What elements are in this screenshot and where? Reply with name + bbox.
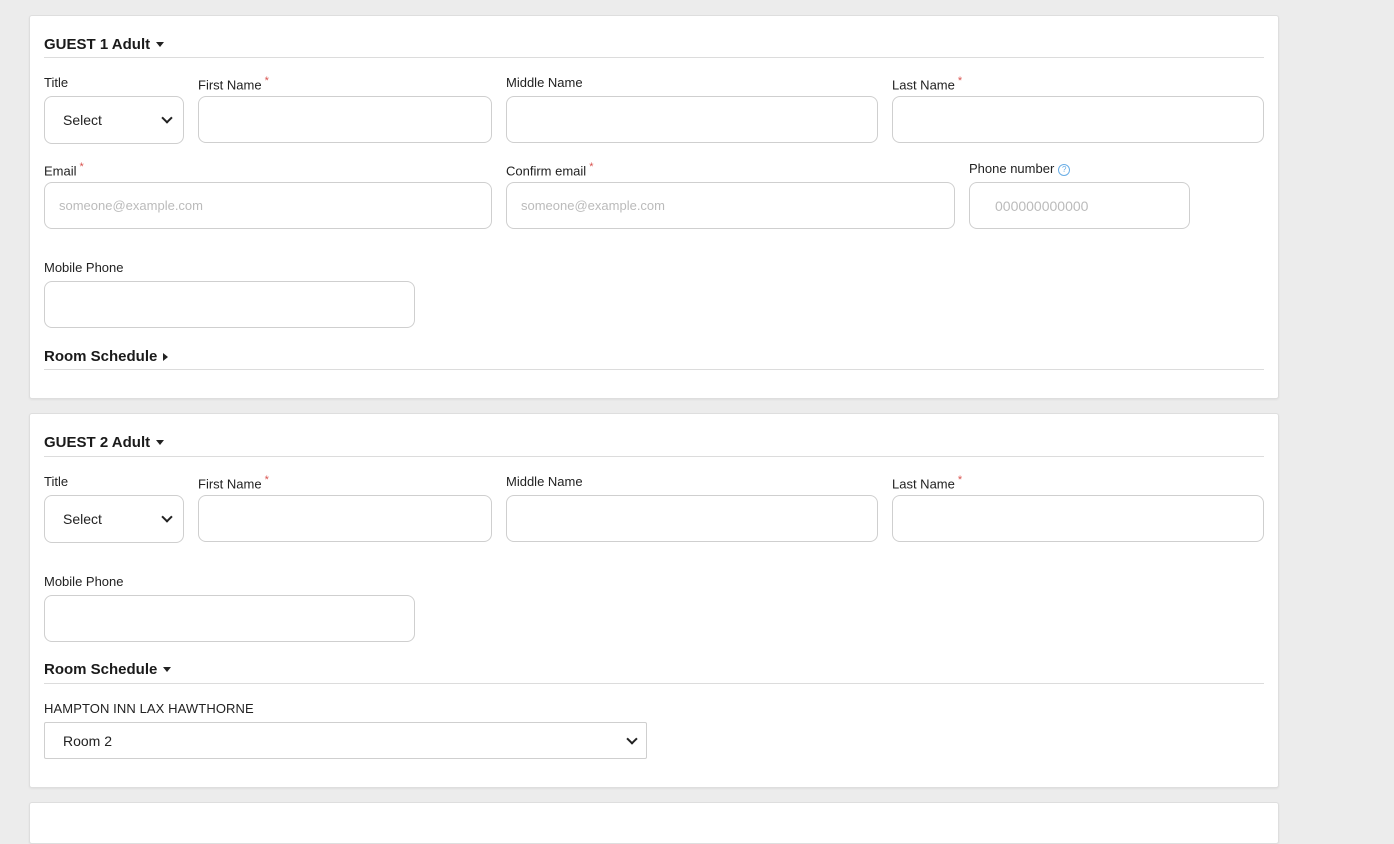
title-select-value: Select <box>63 112 102 128</box>
hotel-name-label: HAMPTON INN LAX HAWTHORNE <box>44 701 254 716</box>
room-select[interactable]: Room 2 <box>44 722 647 759</box>
guest-1-card: GUEST 1 Adult Title First Name * Middle N… <box>29 15 1279 399</box>
first-name-input[interactable] <box>198 96 492 143</box>
mobile-phone-input[interactable] <box>44 281 415 328</box>
middle-name-input[interactable] <box>506 96 878 143</box>
title-select[interactable]: Select <box>44 495 184 543</box>
room-schedule-heading: Room Schedule <box>44 348 158 365</box>
last-name-input[interactable] <box>892 495 1264 542</box>
title-label: Title <box>44 474 69 489</box>
title-label: Title <box>44 75 69 90</box>
caret-right-icon <box>163 352 169 361</box>
last-name-label: Last Name * <box>892 474 963 492</box>
room-schedule-heading: Room Schedule <box>44 661 158 678</box>
guest-3-card <box>29 802 1279 844</box>
chevron-down-icon <box>161 511 173 523</box>
chevron-down-icon <box>161 112 173 124</box>
room-select-value: Room 2 <box>63 732 113 749</box>
mobile-phone-input[interactable] <box>44 595 415 642</box>
guest-2-heading-text: GUEST 2 Adult <box>44 434 151 451</box>
chevron-down-icon <box>626 732 638 745</box>
required-mark: * <box>589 161 594 173</box>
guest-2-card: GUEST 2 Adult Title First Name * Middle N… <box>29 413 1279 788</box>
middle-name-label: Middle Name <box>506 75 583 90</box>
first-name-label: First Name * <box>198 474 269 492</box>
first-name-input[interactable] <box>198 495 492 542</box>
middle-name-input[interactable] <box>506 495 878 542</box>
guest-1-heading[interactable]: GUEST 1 Adult <box>44 36 165 53</box>
first-name-label: First Name * <box>198 75 269 93</box>
caret-down-icon <box>156 42 165 47</box>
mobile-phone-label: Mobile Phone <box>44 574 124 589</box>
required-mark: * <box>264 75 269 87</box>
last-name-label: Last Name * <box>892 75 963 93</box>
caret-down-icon <box>156 440 165 445</box>
email-input[interactable] <box>44 182 492 229</box>
required-mark: * <box>957 75 963 87</box>
caret-down-icon <box>163 667 172 672</box>
confirm-email-label: Confirm email * <box>506 161 594 179</box>
guest-1-heading-text: GUEST 1 Adult <box>44 36 151 53</box>
required-mark: * <box>264 474 269 486</box>
email-label: Email * <box>44 161 84 179</box>
help-icon[interactable]: ? <box>1058 163 1071 176</box>
divider <box>44 456 1264 457</box>
divider <box>44 57 1264 58</box>
phone-number-label: Phone number? <box>969 161 1071 176</box>
confirm-email-input[interactable] <box>506 182 955 229</box>
mobile-phone-label: Mobile Phone <box>44 260 124 275</box>
phone-number-input[interactable] <box>969 182 1190 229</box>
divider <box>44 683 1264 684</box>
middle-name-label: Middle Name <box>506 474 583 489</box>
room-schedule-toggle[interactable]: Room Schedule <box>44 348 169 365</box>
last-name-input[interactable] <box>892 96 1264 143</box>
guest-2-heading[interactable]: GUEST 2 Adult <box>44 434 165 451</box>
title-select[interactable]: Select <box>44 96 184 144</box>
required-mark: * <box>79 161 84 173</box>
title-select-value: Select <box>63 511 102 527</box>
required-mark: * <box>957 474 963 486</box>
room-schedule-toggle[interactable]: Room Schedule <box>44 661 172 678</box>
divider <box>44 369 1264 370</box>
